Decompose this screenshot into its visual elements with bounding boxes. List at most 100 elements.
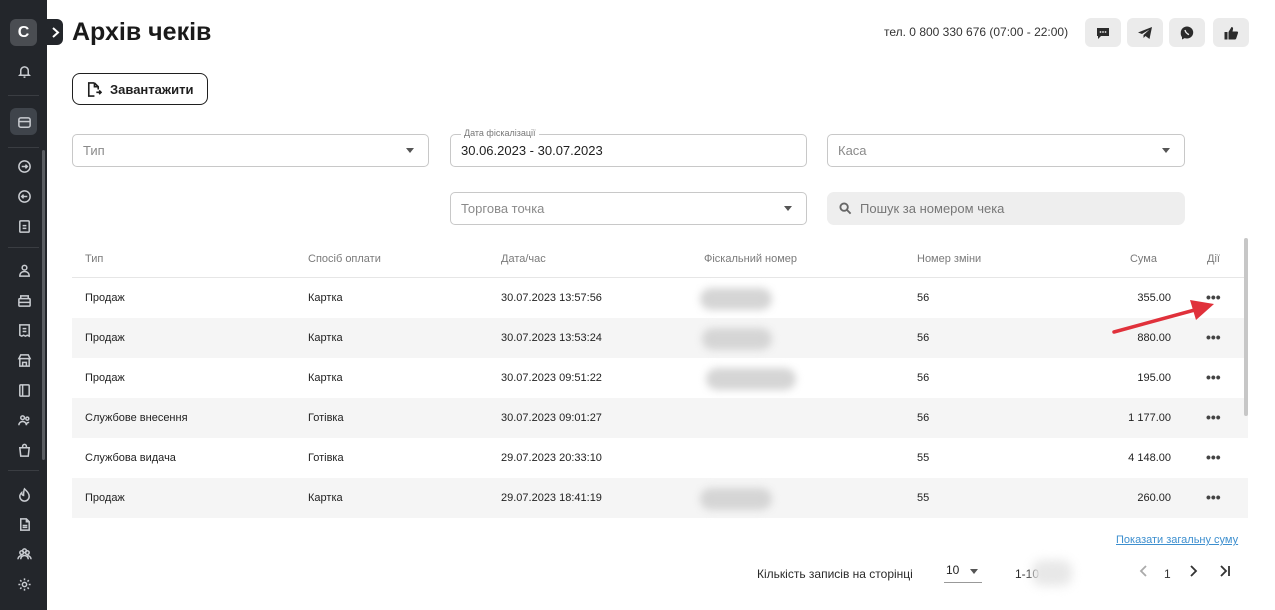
store-icon[interactable]: [12, 348, 36, 372]
cell-sum: 195.00: [1137, 372, 1171, 384]
current-page[interactable]: 1: [1164, 567, 1171, 581]
fiscal-number-redacted: [706, 368, 796, 390]
table-row[interactable]: Продаж Картка 29.07.2023 18:41:19 55 260…: [72, 478, 1248, 518]
chevron-left-icon: [1139, 565, 1147, 577]
column-header-datetime[interactable]: Дата/час: [501, 253, 546, 265]
download-button[interactable]: Завантажити: [72, 73, 208, 105]
table-row[interactable]: Продаж Картка 30.07.2023 13:53:24 56 880…: [72, 318, 1248, 358]
sidebar-divider: [8, 470, 39, 471]
fiscal-number-redacted: [700, 288, 772, 310]
users-icon[interactable]: [12, 258, 36, 282]
chevron-down-icon: [1162, 148, 1170, 153]
type-placeholder: Тип: [83, 143, 105, 158]
cell-shift: 56: [917, 292, 930, 304]
chat-button[interactable]: [1085, 18, 1121, 47]
page-title: Архів чеків: [72, 18, 212, 46]
cell-type: Службове внесення: [85, 412, 188, 424]
cell-type: Службова видача: [85, 452, 176, 464]
sidebar: C: [0, 0, 47, 610]
app-logo[interactable]: C: [10, 19, 37, 46]
telegram-button[interactable]: [1127, 18, 1163, 47]
cell-sum: 1 177.00: [1128, 412, 1171, 424]
report-icon[interactable]: [12, 214, 36, 238]
type-select[interactable]: Тип: [72, 134, 429, 167]
viber-button[interactable]: [1169, 18, 1205, 47]
sidebar-scrollbar[interactable]: [42, 150, 45, 460]
prev-page-button[interactable]: [1138, 564, 1150, 581]
fire-icon[interactable]: [12, 482, 36, 506]
sidebar-divider: [8, 95, 39, 96]
table-row[interactable]: Продаж Картка 30.07.2023 13:57:56 56 355…: [72, 278, 1248, 318]
search-icon: [839, 202, 852, 215]
cell-shift: 56: [917, 412, 930, 424]
people-icon[interactable]: [12, 408, 36, 432]
cell-shift: 55: [917, 492, 930, 504]
cell-datetime: 30.07.2023 13:53:24: [501, 332, 602, 344]
row-actions-button[interactable]: •••: [1206, 410, 1221, 424]
column-header-sum[interactable]: Сума: [1130, 253, 1157, 265]
receipt-search-input[interactable]: Пошук за номером чека: [827, 192, 1185, 225]
document-icon[interactable]: [12, 512, 36, 536]
bell-icon[interactable]: [12, 59, 36, 83]
cell-shift: 55: [917, 452, 930, 464]
cell-type: Продаж: [85, 492, 125, 504]
column-header-payment[interactable]: Спосіб оплати: [308, 253, 381, 265]
column-header-type[interactable]: Тип: [85, 253, 103, 265]
cell-payment: Картка: [308, 492, 343, 504]
cashbox-select[interactable]: Каса: [827, 134, 1185, 167]
cell-payment: Картка: [308, 292, 343, 304]
outlet-select[interactable]: Торгова точка: [450, 192, 807, 225]
team-icon[interactable]: [12, 542, 36, 566]
table-row[interactable]: Службова видача Готівка 29.07.2023 20:33…: [72, 438, 1248, 478]
logout-icon[interactable]: [12, 184, 36, 208]
table-row[interactable]: Службове внесення Готівка 30.07.2023 09:…: [72, 398, 1248, 438]
chevron-down-icon: [970, 569, 978, 574]
per-page-select[interactable]: 10: [944, 563, 982, 583]
login-icon[interactable]: [12, 154, 36, 178]
fiscal-number-redacted: [700, 488, 772, 510]
cell-type: Продаж: [85, 292, 125, 304]
cell-payment: Готівка: [308, 452, 344, 464]
support-phone: тел. 0 800 330 676 (07:00 - 22:00): [884, 25, 1069, 39]
cashbox-icon[interactable]: [12, 288, 36, 312]
search-placeholder: Пошук за номером чека: [860, 201, 1005, 216]
outlet-placeholder: Торгова точка: [461, 201, 545, 216]
date-range-field[interactable]: Дата фіскалізації 30.06.2023 - 30.07.202…: [450, 128, 807, 167]
sidebar-divider: [8, 247, 39, 248]
cell-sum: 260.00: [1137, 492, 1171, 504]
cell-shift: 56: [917, 372, 930, 384]
cell-sum: 4 148.00: [1128, 452, 1171, 464]
card-icon[interactable]: [12, 110, 36, 134]
sidebar-toggle-button[interactable]: [47, 19, 63, 45]
last-page-button[interactable]: [1219, 564, 1231, 581]
show-total-link[interactable]: Показати загальну суму: [1116, 534, 1238, 546]
annotation-arrow-icon: [1112, 300, 1214, 334]
table-header: Тип Спосіб оплати Дата/час Фіскальний но…: [72, 242, 1248, 278]
book-icon[interactable]: [12, 378, 36, 402]
cell-type: Продаж: [85, 332, 125, 344]
cell-payment: Готівка: [308, 412, 344, 424]
row-actions-button[interactable]: •••: [1206, 370, 1221, 384]
column-header-shift[interactable]: Номер зміни: [917, 253, 981, 265]
gear-icon[interactable]: [12, 572, 36, 596]
cell-datetime: 30.07.2023 09:01:27: [501, 412, 602, 424]
table-row[interactable]: Продаж Картка 30.07.2023 09:51:22 56 195…: [72, 358, 1248, 398]
thumbs-up-icon: [1224, 26, 1239, 39]
feedback-button[interactable]: [1213, 18, 1249, 47]
date-field-label: Дата фіскалізації: [461, 128, 539, 138]
cell-datetime: 29.07.2023 18:41:19: [501, 492, 602, 504]
bag-icon[interactable]: [12, 438, 36, 462]
column-header-fiscal[interactable]: Фіскальний номер: [704, 253, 797, 265]
per-page-value: 10: [946, 563, 960, 577]
export-file-icon: [87, 81, 102, 97]
row-actions-button[interactable]: •••: [1206, 490, 1221, 504]
receipt-icon[interactable]: [12, 318, 36, 342]
cell-type: Продаж: [85, 372, 125, 384]
cell-payment: Картка: [308, 332, 343, 344]
table-scrollbar[interactable]: [1244, 238, 1248, 416]
next-page-button[interactable]: [1187, 564, 1199, 581]
cell-datetime: 30.07.2023 09:51:22: [501, 372, 602, 384]
download-label: Завантажити: [110, 81, 194, 97]
last-page-icon: [1220, 565, 1230, 577]
row-actions-button[interactable]: •••: [1206, 450, 1221, 464]
